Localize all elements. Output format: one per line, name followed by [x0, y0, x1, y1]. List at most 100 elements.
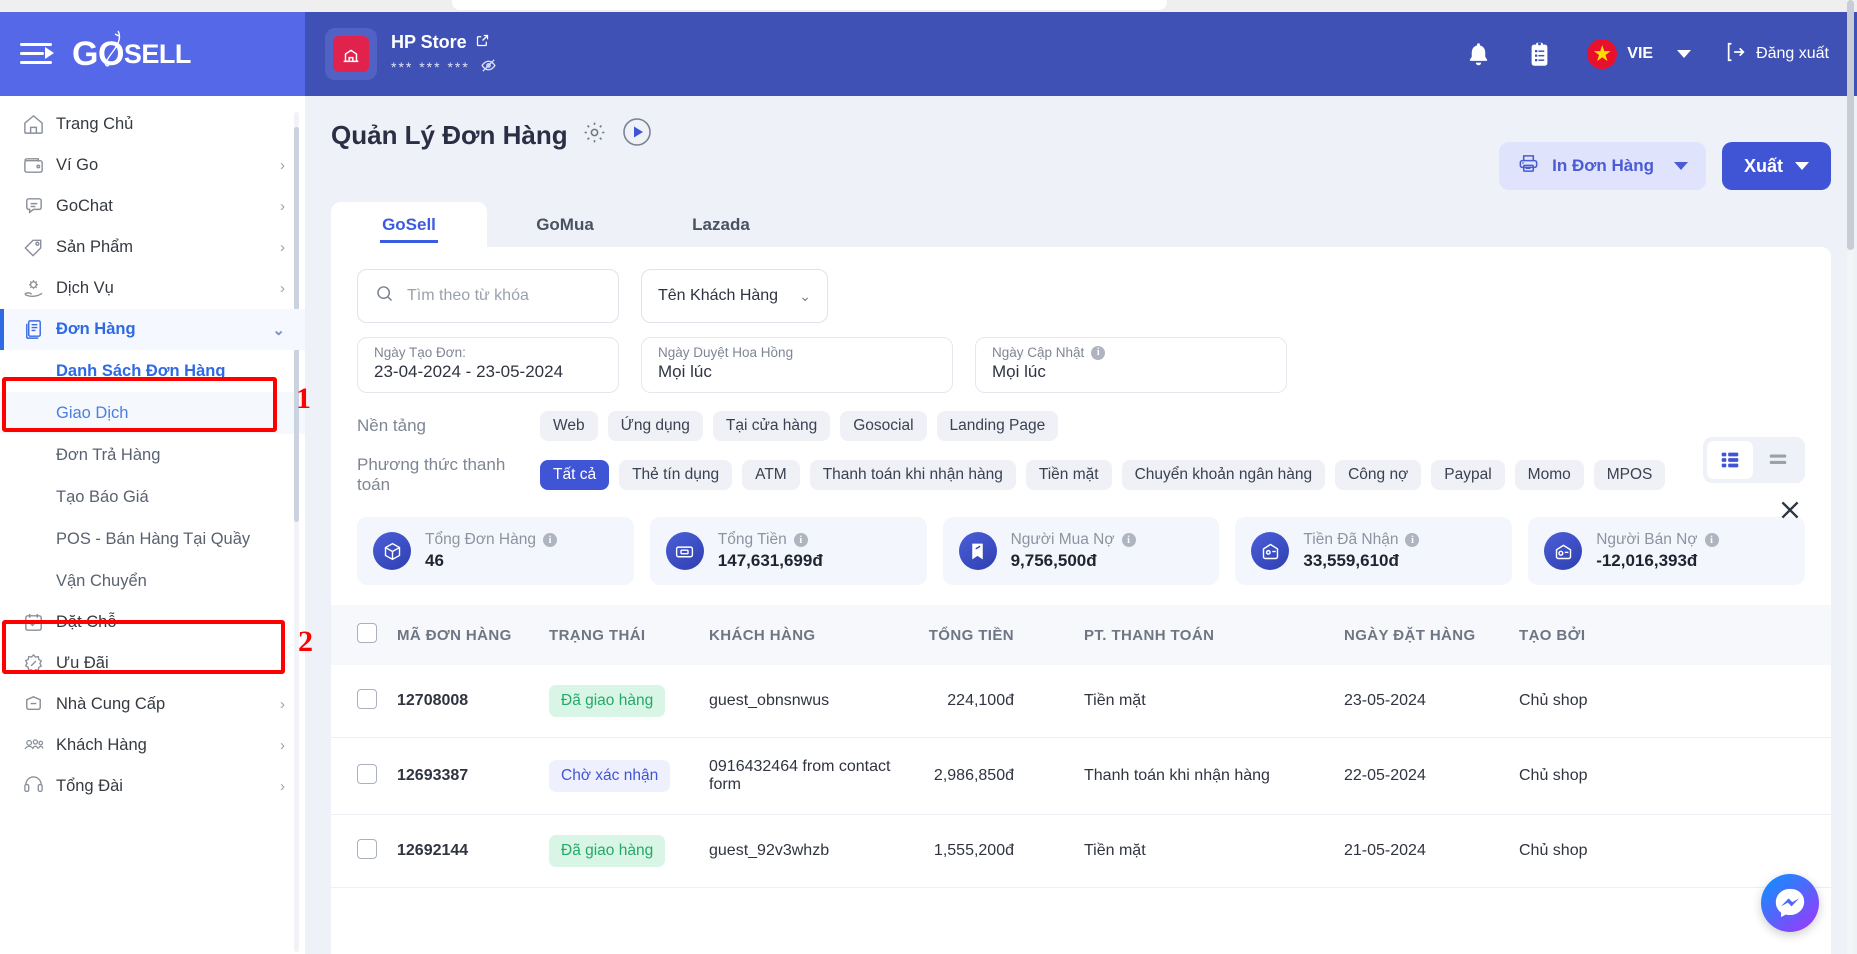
payment-chip-tien-mat[interactable]: Tiền mặt: [1025, 460, 1112, 490]
info-icon[interactable]: i: [542, 533, 557, 547]
sidebar-item-san-pham[interactable]: Sản Phẩm ›: [0, 227, 305, 268]
sidebar-subitem-tao-bao-gia[interactable]: Tạo Báo Giá: [0, 476, 305, 518]
customer-field-select[interactable]: Tên Khách Hàng ⌄: [641, 269, 828, 323]
clipboard-icon[interactable]: [1526, 41, 1553, 68]
store-logo: [325, 28, 377, 80]
payment-chip-paypal[interactable]: Paypal: [1431, 460, 1505, 490]
updated-date-filter[interactable]: Ngày Cập Nhật i Mọi lúc: [975, 337, 1287, 393]
language-selector[interactable]: ★ VIE: [1587, 39, 1692, 69]
logout-button[interactable]: Đăng xuất: [1725, 41, 1829, 68]
search-input[interactable]: [407, 287, 602, 305]
row-checkbox[interactable]: [357, 763, 377, 784]
payment-chip-mpos[interactable]: MPOS: [1593, 460, 1666, 490]
messenger-chat-button[interactable]: [1761, 874, 1819, 932]
row-checkbox[interactable]: [357, 688, 377, 709]
cell-created-by: Chủ shop: [1519, 737, 1831, 815]
sidebar-item-label: Dịch Vụ: [56, 279, 114, 297]
table-row[interactable]: 12708008 Đã giao hàng guest_obnsnwus 224…: [331, 665, 1831, 738]
column-header-total[interactable]: TỔNG TIỀN: [924, 605, 1084, 665]
payment-chip-thanh-toan-khi-nhan-hang[interactable]: Thanh toán khi nhận hàng: [809, 460, 1016, 490]
info-icon[interactable]: i: [1405, 533, 1420, 547]
sidebar-subitem-van-chuyen[interactable]: Vận Chuyển: [0, 560, 305, 602]
select-all-checkbox[interactable]: [357, 623, 377, 643]
column-header-code[interactable]: MÃ ĐƠN HÀNG: [397, 605, 549, 665]
sidebar-subitem-pos-ban-hang-tai-quay[interactable]: POS - Bán Hàng Tại Quầy: [0, 518, 305, 560]
sidebar-item-don-hang[interactable]: Đơn Hàng ⌄: [0, 309, 305, 350]
menu-toggle-icon[interactable]: [20, 41, 54, 67]
tab-gomua[interactable]: GoMua: [487, 202, 643, 247]
column-header-status[interactable]: TRẠNG THÁI: [549, 605, 709, 665]
sidebar-item-trang-chu[interactable]: Trang Chủ: [0, 104, 305, 145]
payment-chip-the-tin-dung[interactable]: Thẻ tín dụng: [619, 460, 733, 490]
payment-chip-momo[interactable]: Momo: [1514, 460, 1584, 490]
column-header-customer[interactable]: KHÁCH HÀNG: [709, 605, 924, 665]
tab-gosell[interactable]: GoSell: [331, 202, 487, 247]
sidebar-item-label: Đơn Hàng: [56, 320, 136, 338]
column-header-date[interactable]: NGÀY ĐẶT HÀNG: [1344, 605, 1519, 665]
gear-icon[interactable]: [582, 120, 607, 152]
bell-icon[interactable]: [1465, 41, 1492, 68]
cell-date: 21-05-2024: [1344, 814, 1519, 888]
cell-order-code[interactable]: 12708008: [397, 665, 549, 738]
sidebar-item-nha-cung-cap[interactable]: Nhà Cung Cấp ›: [0, 684, 305, 725]
list-view-button[interactable]: [1755, 441, 1801, 479]
info-icon[interactable]: i: [1704, 533, 1719, 547]
sidebar-item-vi-go[interactable]: Ví Go ›: [0, 145, 305, 186]
channel-tabs: GoSell GoMua Lazada: [305, 202, 1857, 247]
payment-chip-chuyen-khoan-ngan-hang[interactable]: Chuyển khoản ngân hàng: [1121, 460, 1326, 490]
logo-sell: SELL: [123, 38, 192, 69]
column-header-created-by[interactable]: TẠO BỞI: [1519, 605, 1831, 665]
external-link-icon[interactable]: [475, 32, 490, 53]
debt-buyer-icon: [958, 532, 997, 570]
search-box[interactable]: [357, 269, 619, 323]
sidebar-item-tong-dai[interactable]: Tổng Đài ›: [0, 766, 305, 807]
sidebar-item-gochat[interactable]: GoChat ›: [0, 186, 305, 227]
stat-label: Tổng Tiền: [717, 531, 787, 548]
sidebar-item-dat-cho[interactable]: Đặt Chỗ ›: [0, 602, 305, 643]
chevron-right-icon: ›: [280, 198, 285, 215]
logout-icon: [1725, 41, 1747, 68]
sidebar-item-khach-hang[interactable]: Khách Hàng ›: [0, 725, 305, 766]
info-icon[interactable]: i: [793, 533, 808, 547]
sidebar-subitem-giao-dich[interactable]: Giao Dịch: [0, 392, 305, 434]
grid-view-button[interactable]: [1707, 441, 1753, 479]
platform-chip-landing-page[interactable]: Landing Page: [936, 411, 1059, 441]
date-created-filter[interactable]: Ngày Tạo Đơn: 23-04-2024 - 23-05-2024: [357, 337, 619, 393]
payment-chip-tat-ca[interactable]: Tất cả: [540, 460, 610, 490]
tab-lazada[interactable]: Lazada: [643, 202, 799, 247]
eye-off-icon[interactable]: [480, 57, 497, 77]
commission-date-filter[interactable]: Ngày Duyệt Hoa Hồng Mọi lúc: [641, 337, 953, 393]
view-mode-toggle: [1703, 437, 1805, 483]
sidebar-subitem-don-tra-hang[interactable]: Đơn Trả Hàng: [0, 434, 305, 476]
print-orders-button[interactable]: In Đơn Hàng: [1499, 142, 1706, 190]
play-icon[interactable]: [621, 116, 653, 155]
cell-order-code[interactable]: 12692144: [397, 814, 549, 888]
language-label: VIE: [1627, 45, 1654, 62]
platform-chip-gosocial[interactable]: Gosocial: [840, 411, 927, 441]
cell-payment: Tiền mặt: [1084, 814, 1344, 888]
table-row[interactable]: 12693387 Chờ xác nhận 0916432464 from co…: [331, 737, 1831, 815]
payment-chip-cong-no[interactable]: Công nợ: [1335, 460, 1422, 490]
platform-chip-ung-dung[interactable]: Ứng dụng: [607, 411, 703, 441]
cell-order-code[interactable]: 12693387: [397, 737, 549, 815]
page-scrollbar[interactable]: [1847, 0, 1854, 954]
stat-label: Người Mua Nợ: [1010, 531, 1115, 548]
sidebar-item-dich-vu[interactable]: Dịch Vụ ›: [0, 268, 305, 309]
payment-chip-atm[interactable]: ATM: [742, 460, 800, 490]
table-row[interactable]: 12692144 Đã giao hàng guest_92v3whzb 1,5…: [331, 814, 1831, 888]
store-info[interactable]: HP Store *** *** ***: [325, 28, 497, 80]
main-content: Quản Lý Đơn Hàng In Đơn Hàng Xuất GoSell…: [305, 96, 1857, 954]
sidebar-item-label: Ví Go: [56, 156, 99, 174]
sidebar-item-uu-dai[interactable]: Ưu Đãi ›: [0, 643, 305, 684]
export-button[interactable]: Xuất: [1721, 142, 1831, 190]
row-checkbox[interactable]: [357, 838, 377, 859]
platform-chip-tai-cua-hang[interactable]: Tại cửa hàng: [712, 411, 831, 441]
cell-status: Chờ xác nhận: [549, 737, 709, 815]
column-header-payment[interactable]: PT. THANH TOÁN: [1084, 605, 1344, 665]
close-filters-icon[interactable]: [1777, 497, 1803, 523]
info-icon[interactable]: i: [1091, 345, 1106, 360]
sidebar-subitem-danh-sach-don-hang[interactable]: Danh Sách Đơn Hàng: [0, 350, 305, 392]
page-scrollbar-thumb[interactable]: [1847, 0, 1854, 250]
platform-chip-web[interactable]: Web: [540, 411, 598, 441]
info-icon[interactable]: i: [1121, 533, 1136, 547]
